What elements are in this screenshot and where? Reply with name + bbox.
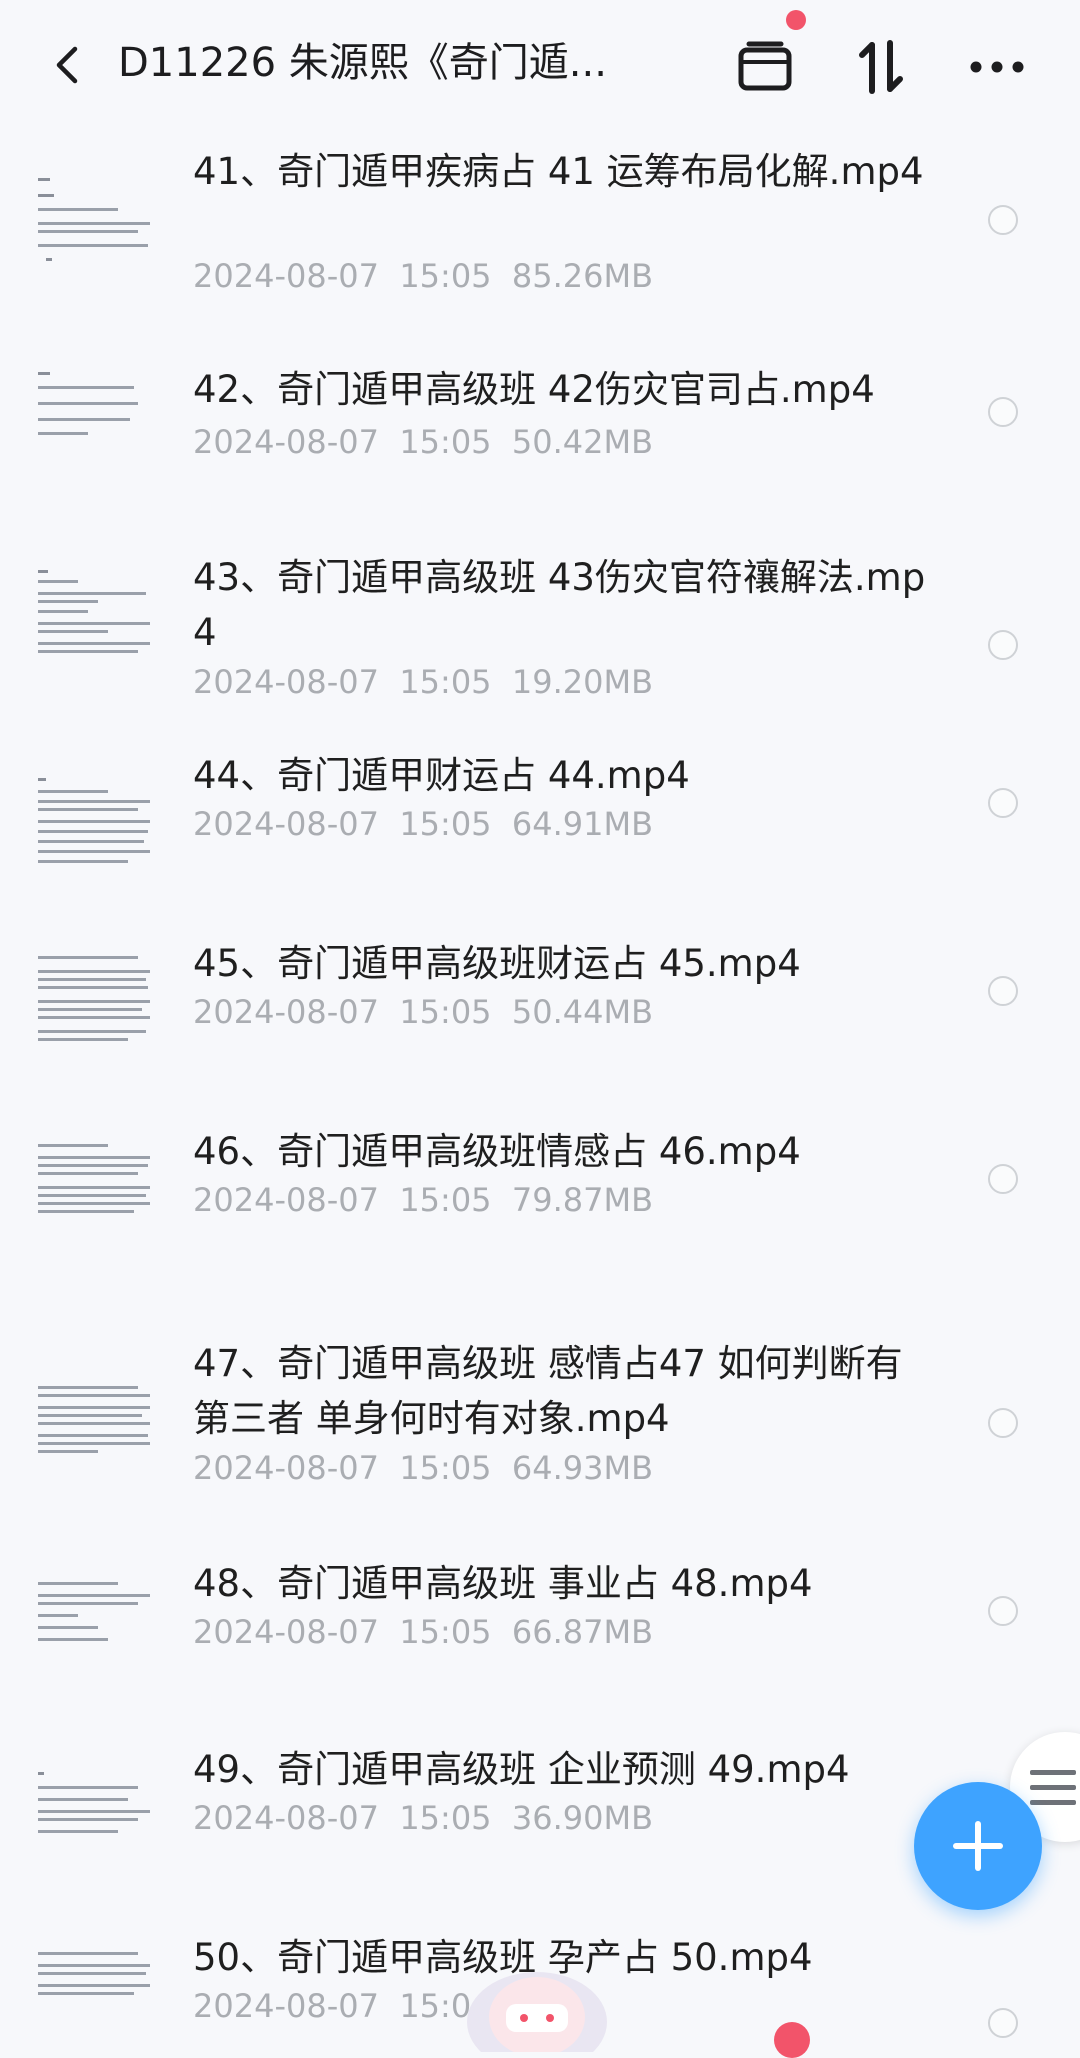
- back-button[interactable]: [44, 38, 88, 92]
- file-meta: 2024-08-07 15:05 50.42MB: [193, 420, 653, 464]
- file-date: 2024-08-07: [193, 423, 379, 461]
- file-time: 15:05: [399, 423, 492, 461]
- file-name: 48、奇门遁甲高级班 事业占 48.mp4: [193, 1562, 813, 1605]
- file-time: 15:05: [399, 1449, 492, 1487]
- notification-badge: [774, 2022, 810, 2058]
- notification-dot: [786, 10, 806, 30]
- file-time: 15:05: [399, 1799, 492, 1837]
- document-thumbnail: [38, 178, 150, 278]
- file-name: 41、奇门遁甲疾病占 41 运筹布局化解.mp4: [193, 150, 924, 193]
- document-thumbnail: [38, 778, 150, 878]
- file-size: 64.93MB: [511, 1449, 654, 1487]
- file-date: 2024-08-07: [193, 1987, 379, 2025]
- list-item[interactable]: 42、奇门遁甲高级班 42伤灾官司占.mp4 2024-08-07 15:05 …: [0, 342, 1080, 530]
- list-item[interactable]: 43、奇门遁甲高级班 43伤灾官符禳解法.mp4 2024-08-07 15:0…: [0, 530, 1080, 748]
- file-meta: 2024-08-07 15:05 64.93MB: [193, 1446, 653, 1490]
- plus-icon: [953, 1821, 1003, 1871]
- page-title: D11226 朱源熙《奇门遁...: [118, 40, 607, 86]
- select-radio[interactable]: [988, 788, 1018, 818]
- document-thumbnail: [38, 1952, 150, 2052]
- select-radio[interactable]: [988, 630, 1018, 660]
- file-date: 2024-08-07: [193, 663, 379, 701]
- select-radio[interactable]: [988, 205, 1018, 235]
- select-radio[interactable]: [988, 976, 1018, 1006]
- file-time: 15:05: [399, 663, 492, 701]
- file-date: 2024-08-07: [193, 805, 379, 843]
- file-time: 15:05: [399, 993, 492, 1031]
- chevron-left-icon: [56, 46, 78, 84]
- document-thumbnail: [38, 1144, 150, 1244]
- file-size: 19.20MB: [511, 663, 654, 701]
- list-item[interactable]: 46、奇门遁甲高级班情感占 46.mp4 2024-08-07 15:05 79…: [0, 1124, 1080, 1336]
- file-time: 15:05: [399, 1613, 492, 1651]
- file-meta: 2024-08-07 15:05 66.87MB: [193, 1610, 653, 1654]
- list-item[interactable]: 44、奇门遁甲财运占 44.mp4 2024-08-07 15:05 64.91…: [0, 748, 1080, 936]
- top-bar: D11226 朱源熙《奇门遁...: [0, 0, 1080, 130]
- list-item[interactable]: 45、奇门遁甲高级班财运占 45.mp4 2024-08-07 15:05 50…: [0, 936, 1080, 1124]
- file-name: 45、奇门遁甲高级班财运占 45.mp4: [193, 942, 801, 985]
- document-thumbnail: [38, 570, 150, 670]
- select-radio[interactable]: [988, 1408, 1018, 1438]
- file-name: 47、奇门遁甲高级班 感情占47 如何判断有第三者 单身何时有对象.mp4: [193, 1342, 903, 1440]
- file-meta: 2024-08-07 15:05 50.44MB: [193, 990, 653, 1034]
- select-radio[interactable]: [988, 1164, 1018, 1194]
- sort-button[interactable]: [848, 34, 914, 100]
- list-item[interactable]: 47、奇门遁甲高级班 感情占47 如何判断有第三者 单身何时有对象.mp4 20…: [0, 1336, 1080, 1556]
- add-button[interactable]: [914, 1782, 1042, 1910]
- list-item[interactable]: 48、奇门遁甲高级班 事业占 48.mp4 2024-08-07 15:05 6…: [0, 1556, 1080, 1742]
- document-thumbnail: [38, 1386, 150, 1486]
- file-size: 50.42MB: [511, 423, 654, 461]
- file-date: 2024-08-07: [193, 1449, 379, 1487]
- file-name: 46、奇门遁甲高级班情感占 46.mp4: [193, 1130, 801, 1173]
- file-time: 15:05: [399, 257, 492, 295]
- file-meta: 2024-08-07 15:05 19.20MB: [193, 660, 653, 704]
- file-time: 15:05: [399, 805, 492, 843]
- more-button[interactable]: [964, 34, 1030, 100]
- list-item[interactable]: 41、奇门遁甲疾病占 41 运筹布局化解.mp4 2024-08-07 15:0…: [0, 130, 1080, 342]
- file-date: 2024-08-07: [193, 1181, 379, 1219]
- file-date: 2024-08-07: [193, 1799, 379, 1837]
- file-meta: 2024-08-07 15:05 64.91MB: [193, 802, 653, 846]
- document-thumbnail: [38, 956, 150, 1056]
- file-name: 43、奇门遁甲高级班 43伤灾官符禳解法.mp4: [193, 556, 926, 654]
- file-meta: 2024-08-07 15:05 85.26MB: [193, 254, 653, 298]
- file-size: 79.87MB: [511, 1181, 654, 1219]
- file-time: 15:0: [399, 1987, 472, 2025]
- file-time: 15:05: [399, 1181, 492, 1219]
- mascot-icon[interactable]: [462, 1962, 612, 2058]
- file-size: 36.90MB: [511, 1799, 654, 1837]
- file-size: 85.26MB: [511, 257, 654, 295]
- select-radio[interactable]: [988, 2008, 1018, 2038]
- select-radio[interactable]: [988, 397, 1018, 427]
- menu-icon: [1030, 1770, 1076, 1815]
- more-icon: [970, 61, 1024, 73]
- file-date: 2024-08-07: [193, 257, 379, 295]
- sort-icon: [859, 40, 903, 94]
- file-name: 44、奇门遁甲财运占 44.mp4: [193, 754, 690, 797]
- document-thumbnail: [38, 1582, 150, 1682]
- file-meta: 2024-08-07 15:05 36.90MB: [193, 1796, 653, 1840]
- archive-button[interactable]: [732, 10, 806, 100]
- file-meta: 2024-08-07 15:0: [193, 1984, 492, 2028]
- file-size: 50.44MB: [511, 993, 654, 1031]
- file-name: 42、奇门遁甲高级班 42伤灾官司占.mp4: [193, 368, 875, 411]
- file-name: 49、奇门遁甲高级班 企业预测 49.mp4: [193, 1748, 850, 1791]
- file-meta: 2024-08-07 15:05 79.87MB: [193, 1178, 653, 1222]
- select-radio[interactable]: [988, 1596, 1018, 1626]
- archive-icon: [738, 41, 792, 91]
- document-thumbnail: [38, 1772, 150, 1872]
- file-date: 2024-08-07: [193, 1613, 379, 1651]
- file-size: 64.91MB: [511, 805, 654, 843]
- file-date: 2024-08-07: [193, 993, 379, 1031]
- document-thumbnail: [38, 372, 150, 472]
- file-size: 66.87MB: [511, 1613, 654, 1651]
